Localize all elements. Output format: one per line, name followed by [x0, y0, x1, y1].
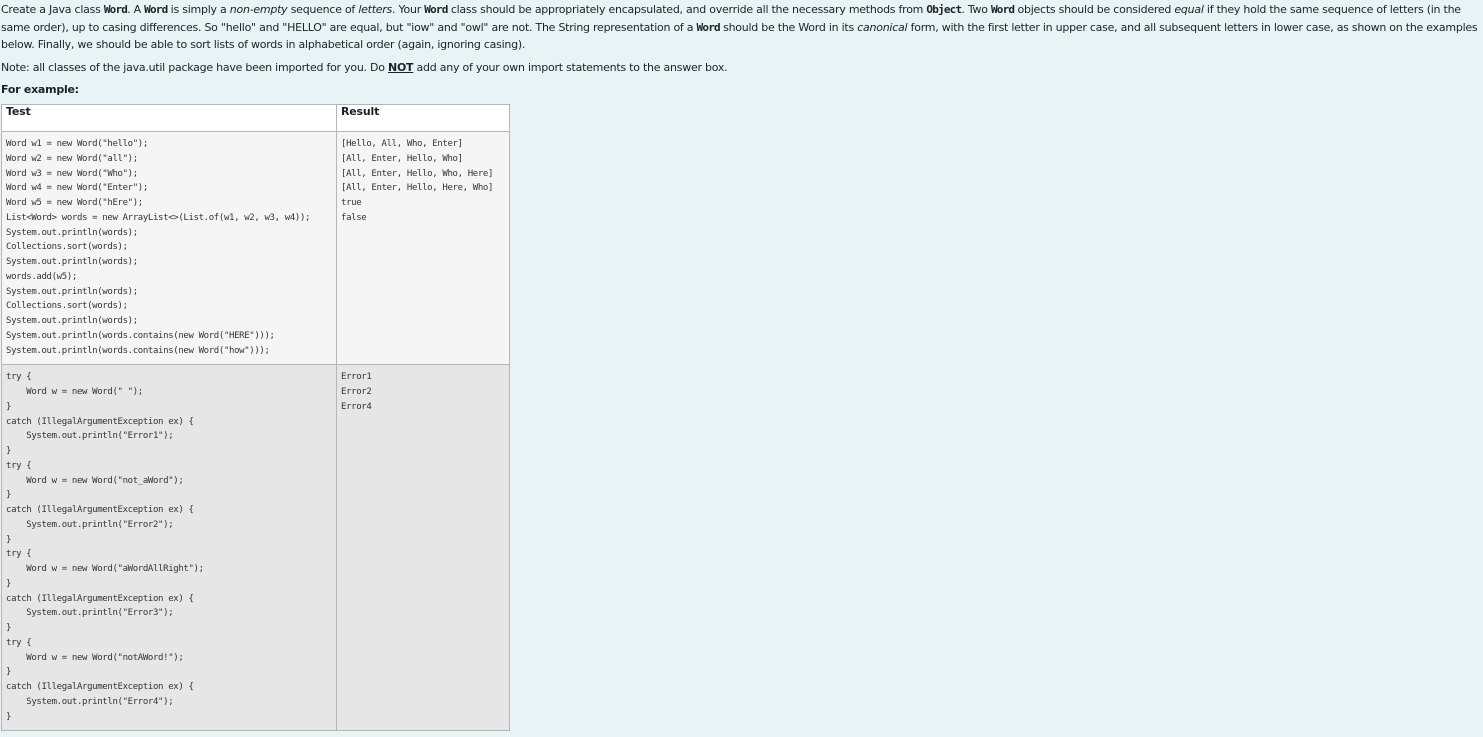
text-fragment: is simply a [167, 3, 230, 16]
question-text: Create a Java class Word. A Word is simp… [1, 1, 1479, 54]
test-code: try { Word w = new Word(" "); } catch (I… [6, 372, 204, 722]
inline-code: Word [144, 3, 168, 16]
text-fragment: . Two [961, 3, 991, 16]
note-after: add any of your own import statements to… [413, 61, 728, 74]
inline-code: Word [103, 3, 128, 16]
emphasis-text: equal [1174, 3, 1204, 16]
test-column-header: Test [1, 104, 337, 132]
result-column-header: Result [336, 104, 510, 132]
inline-code: Word [696, 20, 721, 34]
result-output: [Hello, All, Who, Enter] [All, Enter, He… [341, 139, 494, 223]
text-fragment: should be the Word in its [719, 20, 858, 34]
text-fragment: sequence of [287, 3, 359, 16]
result-output: Error1 Error2 Error4 [341, 372, 372, 412]
test-code: Word w1 = new Word("hello"); Word w2 = n… [6, 139, 311, 356]
examples-table: Test Result Word w1 = new Word("hello");… [1, 104, 510, 732]
inline-code: Object [926, 3, 962, 16]
inline-code: Word [424, 3, 448, 16]
table-row: try { Word w = new Word(" "); } catch (I… [1, 364, 510, 732]
text-fragment: class should be appropriately encapsulat… [447, 3, 927, 16]
text-fragment: objects should be considered [1014, 3, 1175, 16]
note-not-emphasis: NOT [387, 61, 414, 74]
emphasis-text: canonical [857, 20, 908, 34]
import-note: Note: all classes of the java.util packa… [1, 59, 728, 76]
inline-code: Word [990, 3, 1015, 16]
emphasis-text: non-empty [229, 3, 288, 16]
test-cell: Word w1 = new Word("hello"); Word w2 = n… [1, 130, 337, 366]
test-cell: try { Word w = new Word(" "); } catch (I… [1, 364, 337, 732]
result-cell: Error1 Error2 Error4 [336, 364, 510, 732]
examples-header-row: Test Result [1, 104, 510, 132]
emphasis-text: letters [358, 3, 393, 16]
text-fragment: . A [127, 3, 145, 16]
for-example-label: For example: [1, 83, 79, 96]
text-fragment: Create a Java class [1, 3, 104, 16]
question-page: Create a Java class Word. A Word is simp… [0, 0, 1483, 737]
table-row: Word w1 = new Word("hello"); Word w2 = n… [1, 130, 510, 366]
note-before: Note: all classes of the java.util packa… [1, 61, 388, 74]
result-cell: [Hello, All, Who, Enter] [All, Enter, He… [336, 130, 510, 366]
text-fragment: . Your [392, 3, 425, 16]
